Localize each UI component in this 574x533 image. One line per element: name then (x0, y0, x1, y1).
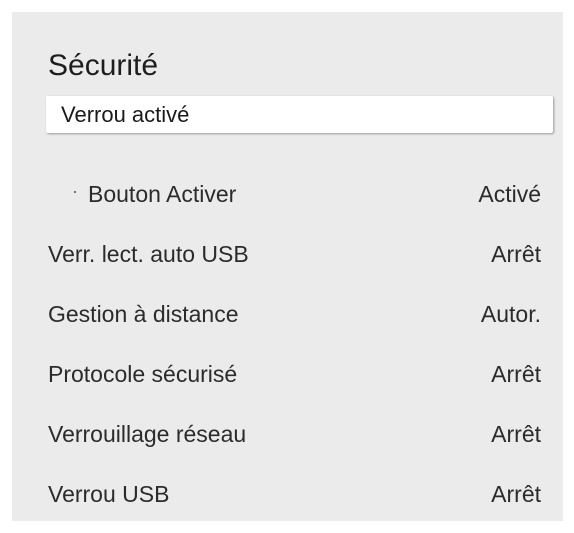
menu-item-remote-management[interactable]: Gestion à distance Autor. (48, 290, 541, 338)
menu-item-label: Verr. lect. auto USB (48, 240, 249, 267)
menu-item-label: Protocole sécurisé (48, 360, 238, 387)
menu-item-label: Bouton Activer (88, 180, 237, 207)
menu-item-secured-protocol[interactable]: Protocole sécurisé Arrêt (48, 350, 541, 398)
menu-item-power-button[interactable]: Bouton Activer Activé (74, 170, 541, 218)
menu-item-screen-lock[interactable]: Verrou activé (46, 96, 553, 133)
menu-item-usb-auto-play-lock[interactable]: Verr. lect. auto USB Arrêt (48, 230, 541, 278)
menu-item-value: Activé (478, 180, 541, 207)
menu-item-value: Arrêt (491, 240, 541, 267)
menu-item-value: Arrêt (491, 420, 541, 447)
menu-item-label: Verrouillage réseau (48, 420, 247, 447)
menu-item-value: Arrêt (491, 360, 541, 387)
menu-item-network-lock[interactable]: Verrouillage réseau Arrêt (48, 410, 541, 458)
sub-item-bullet-icon (74, 191, 76, 193)
menu-item-label: Verrou activé (61, 101, 190, 127)
menu-item-value: Arrêt (491, 480, 541, 507)
menu-item-label: Gestion à distance (48, 300, 239, 327)
menu-item-label: Verrou USB (48, 480, 170, 507)
panel-title: Sécurité (48, 49, 159, 82)
menu-item-usb-lock[interactable]: Verrou USB Arrêt (48, 470, 541, 518)
menu-item-value: Autor. (480, 300, 541, 327)
security-settings-panel: Sécurité Verrou activé Bouton Activer Ac… (12, 12, 563, 521)
